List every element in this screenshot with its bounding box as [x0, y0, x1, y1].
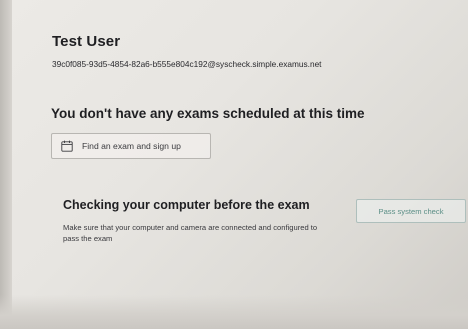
user-email: 39c0f085-93d5-4854-82a6-b555e804c192@sys… — [52, 59, 322, 69]
system-check-title: Checking your computer before the exam — [63, 198, 310, 212]
pass-system-check-button[interactable]: Pass system check — [356, 199, 466, 223]
system-check-description: Make sure that your computer and camera … — [63, 223, 318, 243]
calendar-icon — [61, 140, 73, 152]
find-exam-button[interactable]: Find an exam and sign up — [51, 133, 211, 159]
exam-dashboard-screen: Test User 39c0f085-93d5-4854-82a6-b555e8… — [0, 0, 468, 329]
screen-bezel-left — [0, 0, 12, 329]
screen-bottom-edge — [0, 295, 468, 329]
no-exams-heading: You don't have any exams scheduled at th… — [51, 106, 365, 121]
user-name: Test User — [52, 33, 121, 50]
find-exam-button-label: Find an exam and sign up — [82, 141, 181, 151]
